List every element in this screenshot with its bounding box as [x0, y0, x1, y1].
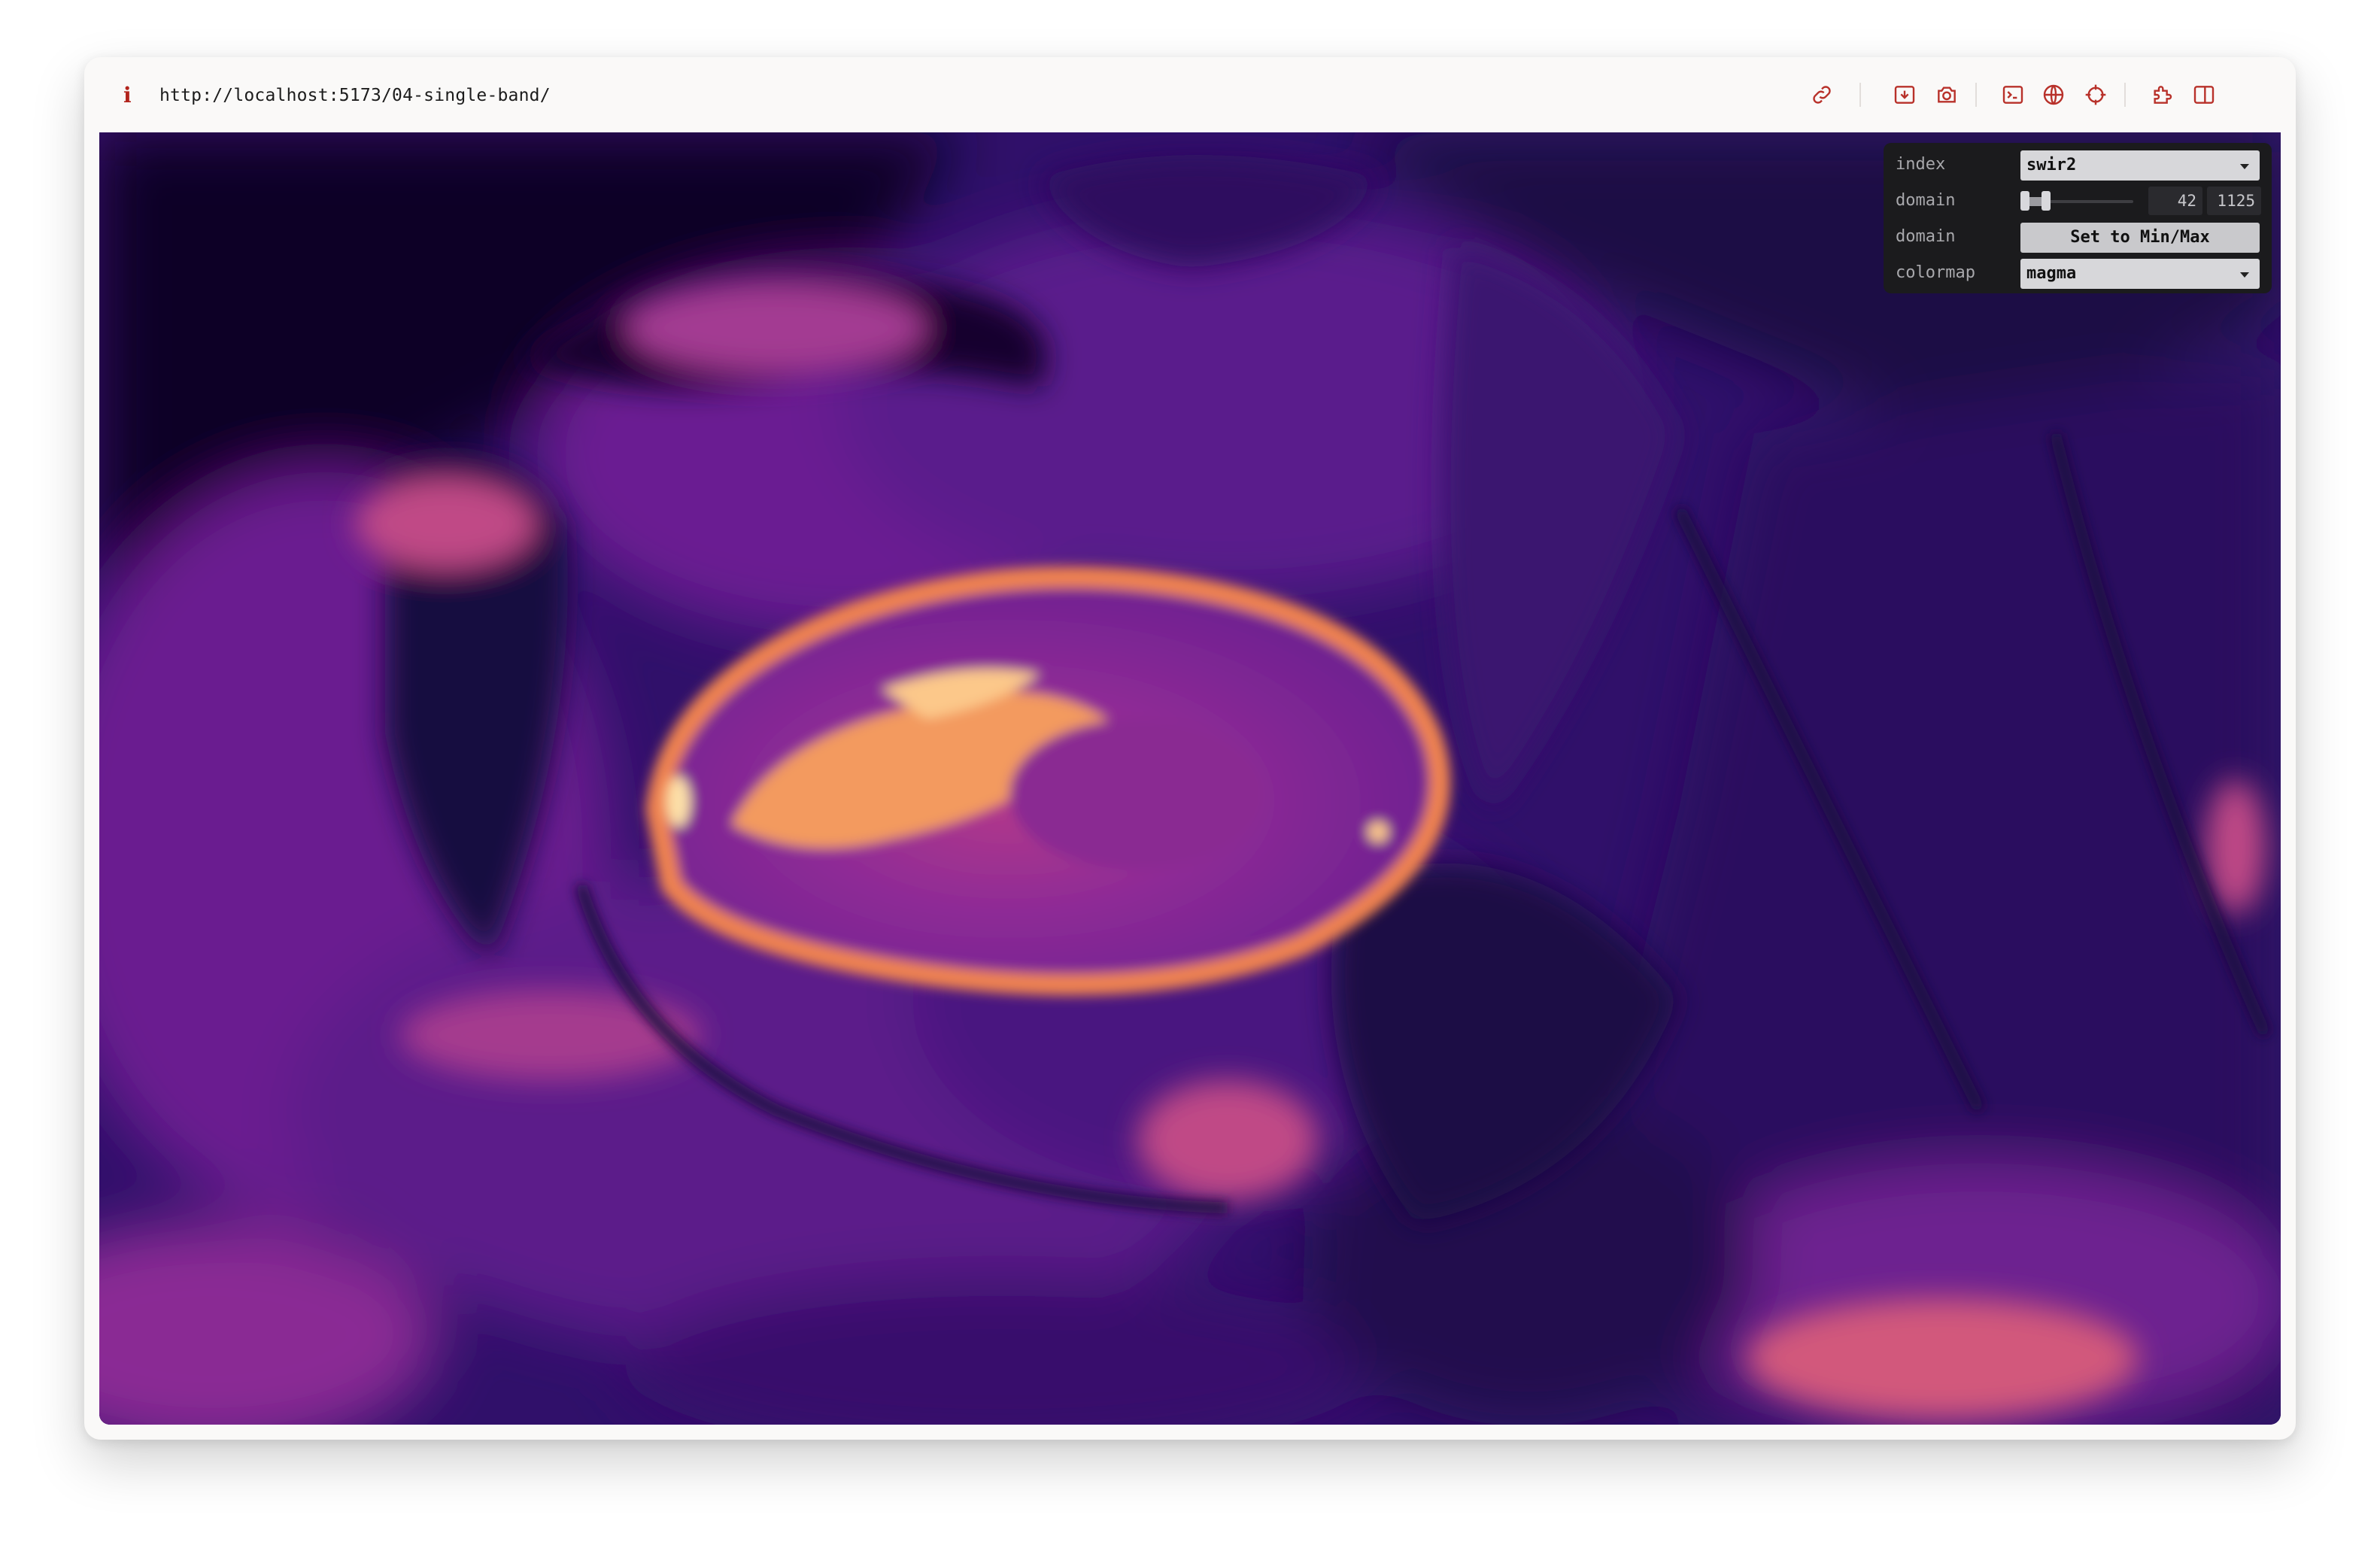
index-value: swir2 — [2026, 156, 2077, 175]
terminal-icon[interactable] — [1998, 80, 2028, 110]
colormap-label: colormap — [1896, 263, 1975, 282]
browser-window: i http://localhost:5173/04-single-band/ — [84, 57, 2296, 1440]
info-icon[interactable]: i — [123, 84, 132, 107]
domain-min-handle[interactable] — [2020, 191, 2029, 211]
url-text[interactable]: http://localhost:5173/04-single-band/ — [159, 86, 551, 105]
domain-min-input[interactable]: 42 — [2148, 187, 2202, 215]
index-row: index swir2 — [1884, 146, 2272, 182]
sidebar-icon[interactable] — [2189, 80, 2219, 110]
extension-icon[interactable] — [2147, 80, 2177, 110]
toolbar-separator — [1859, 83, 1861, 107]
domain-max-input[interactable]: 1125 — [2207, 187, 2261, 215]
index-label: index — [1896, 155, 1946, 174]
domain-slider-row: domain 42 1125 — [1884, 182, 2272, 218]
toolbar-separator — [1975, 83, 1977, 107]
colormap-select[interactable]: magma — [2020, 259, 2260, 289]
link-icon[interactable] — [1807, 80, 1837, 110]
chevron-down-icon — [2240, 164, 2249, 169]
domain-button-row: domain Set to Min/Max — [1884, 218, 2272, 254]
globe-icon[interactable] — [2038, 80, 2069, 110]
set-min-max-button[interactable]: Set to Min/Max — [2020, 223, 2260, 253]
download-icon[interactable] — [1890, 80, 1920, 110]
raster-map[interactable] — [99, 132, 2281, 1425]
control-panel: index swir2 domain 42 1125 domain Set to… — [1884, 143, 2272, 293]
domain-max-handle[interactable] — [2042, 191, 2051, 211]
crosshair-icon[interactable] — [2081, 80, 2111, 110]
address-bar: i http://localhost:5173/04-single-band/ — [84, 57, 2296, 132]
toolbar-separator — [2124, 83, 2126, 107]
domain-label: domain — [1896, 191, 1956, 210]
domain-label: domain — [1896, 227, 1956, 246]
chevron-down-icon — [2240, 272, 2249, 278]
colormap-value: magma — [2026, 264, 2077, 283]
map-viewport[interactable]: index swir2 domain 42 1125 domain Set to… — [99, 132, 2281, 1425]
colormap-row: colormap magma — [1884, 254, 2272, 290]
index-select[interactable]: swir2 — [2020, 150, 2260, 181]
camera-icon[interactable] — [1932, 80, 1962, 110]
